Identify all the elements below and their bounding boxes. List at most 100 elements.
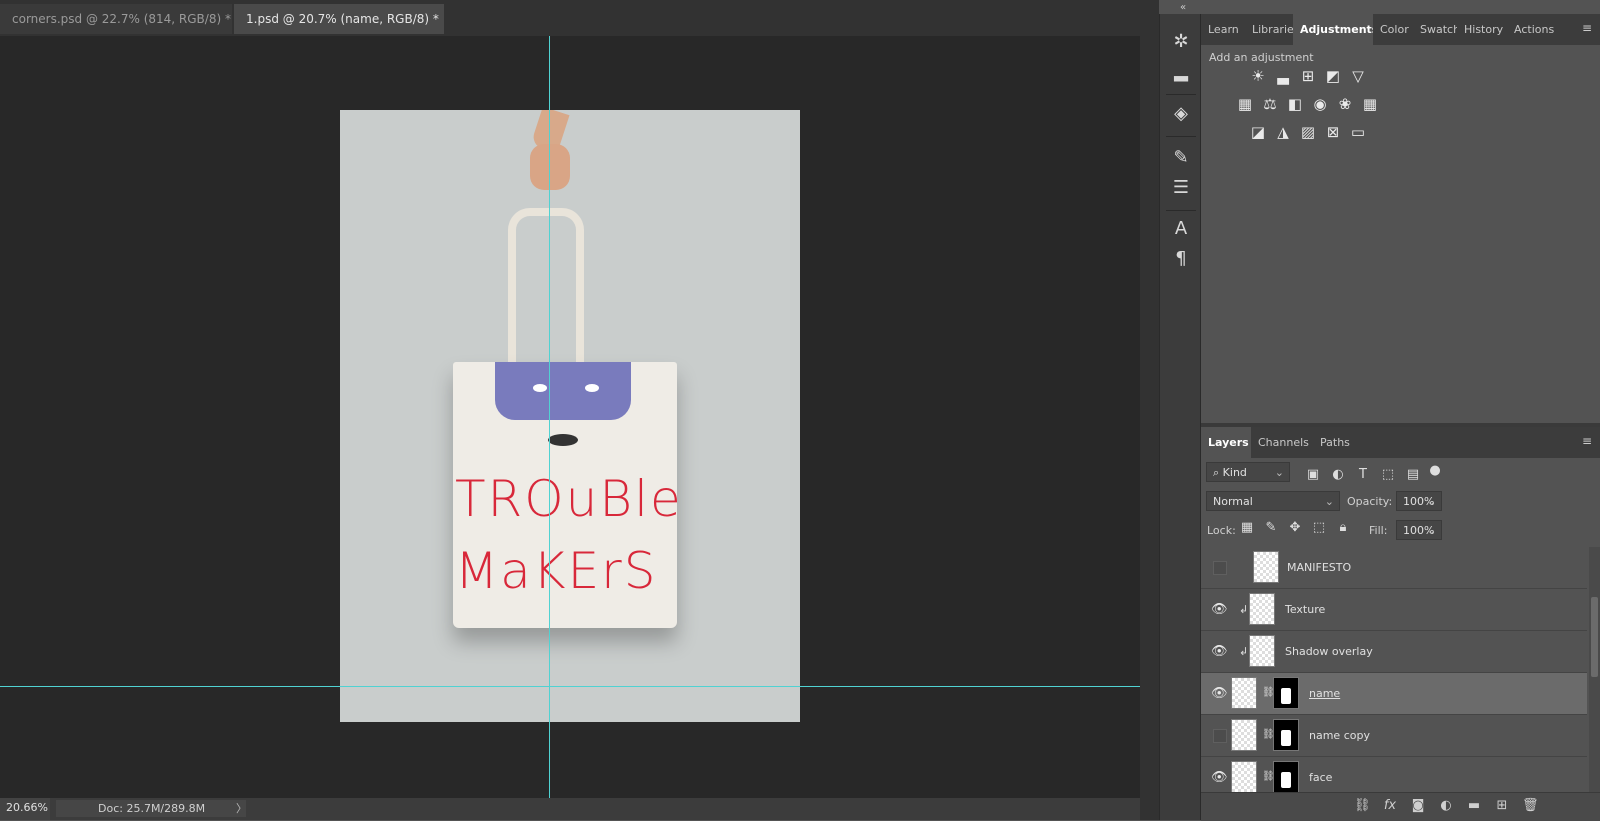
type-filter-icon[interactable]: T: [1355, 467, 1371, 483]
layers-scrollbar[interactable]: [1589, 547, 1600, 792]
layer-thumbnail: [1253, 551, 1279, 583]
3d-icon[interactable]: ◈: [1169, 102, 1193, 126]
new-group-icon[interactable]: ▬: [1466, 798, 1482, 814]
layer-name[interactable]: Texture: [1285, 603, 1325, 616]
link-layers-icon[interactable]: ⛓: [1354, 798, 1371, 814]
filter-kind-select[interactable]: ⌕ Kind ⌄: [1206, 462, 1290, 482]
eye-icon[interactable]: 👁︎: [1211, 602, 1228, 618]
visibility-toggle[interactable]: [1213, 729, 1227, 743]
posterize-icon[interactable]: ◮: [1274, 123, 1292, 141]
exposure-icon[interactable]: ◩: [1324, 67, 1342, 85]
horizontal-guide[interactable]: [0, 686, 1140, 687]
brush-settings-icon[interactable]: ✎: [1169, 146, 1193, 170]
photo-filter-icon[interactable]: ◉: [1311, 95, 1329, 113]
lock-image-icon[interactable]: ✎: [1263, 520, 1279, 536]
shape-filter-icon[interactable]: ⬚: [1380, 467, 1396, 483]
tab-swatches[interactable]: Swatches: [1413, 14, 1457, 45]
lock-all-icon[interactable]: 🔒︎: [1335, 520, 1351, 536]
canvas-area[interactable]: TROuBle MaKErS: [0, 36, 1140, 798]
hue-saturation-icon[interactable]: ▦: [1236, 95, 1254, 113]
paragraph-icon[interactable]: ¶: [1169, 247, 1193, 271]
lock-label: Lock:: [1207, 524, 1236, 537]
new-layer-icon[interactable]: ⊞: [1494, 798, 1510, 814]
layer-row-name-copy[interactable]: ⛓ name copy: [1201, 715, 1587, 757]
layer-name[interactable]: face: [1309, 771, 1332, 784]
new-adjustment-icon[interactable]: ◐: [1438, 798, 1454, 814]
link-icon[interactable]: ⛓: [1262, 686, 1275, 700]
opacity-input[interactable]: 100% ⌄: [1396, 491, 1442, 511]
blend-mode-select[interactable]: Normal ⌄: [1206, 491, 1340, 511]
panel-menu-icon[interactable]: ≡: [1582, 435, 1594, 447]
color-balance-icon[interactable]: ⚖: [1261, 95, 1279, 113]
layer-mask-thumbnail[interactable]: [1273, 761, 1299, 792]
tab-libraries[interactable]: Libraries: [1245, 14, 1293, 45]
channel-mixer-icon[interactable]: ❀: [1336, 95, 1354, 113]
layer-row-name[interactable]: 👁︎ ⛓ name: [1201, 673, 1587, 715]
adjustment-filter-icon[interactable]: ◐: [1330, 467, 1346, 483]
layer-mask-thumbnail[interactable]: [1273, 677, 1299, 709]
character-icon[interactable]: A: [1169, 217, 1193, 241]
fill-input[interactable]: 100% ⌄: [1396, 520, 1442, 540]
selective-color-icon[interactable]: ⊠: [1324, 123, 1342, 141]
layer-row-manifesto[interactable]: MANIFESTO: [1201, 547, 1587, 589]
vibrance-icon[interactable]: ▽: [1349, 67, 1367, 85]
threshold-icon[interactable]: ▨: [1299, 123, 1317, 141]
eye-icon[interactable]: 👁︎: [1211, 644, 1228, 660]
navigator-icon[interactable]: ✲: [1169, 30, 1193, 54]
invert-icon[interactable]: ◪: [1249, 123, 1267, 141]
layer-mask-thumbnail[interactable]: [1273, 719, 1299, 751]
tab-layers[interactable]: Layers: [1201, 427, 1251, 458]
eye-icon[interactable]: 👁︎: [1211, 686, 1228, 702]
zoom-level[interactable]: 20.66%: [0, 798, 50, 820]
tab-color[interactable]: Color: [1373, 14, 1413, 45]
layer-name[interactable]: name: [1309, 687, 1340, 700]
link-icon[interactable]: ⛓: [1262, 770, 1275, 784]
tab-actions[interactable]: Actions: [1507, 14, 1563, 45]
layer-row-texture[interactable]: 👁︎ ↲ Texture: [1201, 589, 1587, 631]
smart-object-filter-icon[interactable]: ▤: [1405, 467, 1421, 483]
doc-size-info[interactable]: Doc: 25.7M/289.8M: [56, 800, 246, 817]
document-artboard[interactable]: TROuBle MaKErS: [340, 110, 800, 722]
vertical-guide[interactable]: [549, 36, 550, 798]
color-lookup-icon[interactable]: ▦: [1361, 95, 1379, 113]
tab-paths[interactable]: Paths: [1313, 427, 1363, 458]
pixel-filter-icon[interactable]: ▣: [1305, 467, 1321, 483]
tab-corners-psd[interactable]: corners.psd @ 22.7% (814, RGB/8) * ×: [0, 4, 232, 56]
tab-1-psd[interactable]: 1.psd @ 20.7% (name, RGB/8) * ×: [234, 4, 444, 56]
lock-transparent-icon[interactable]: ▦: [1239, 520, 1255, 536]
layer-name[interactable]: Shadow overlay: [1285, 645, 1373, 658]
layer-row-shadow-overlay[interactable]: 👁︎ ↲ Shadow overlay: [1201, 631, 1587, 673]
strip-divider: [1166, 136, 1196, 137]
collapse-panels-icon[interactable]: «: [1180, 2, 1186, 13]
panel-menu-icon[interactable]: ≡: [1582, 22, 1594, 34]
tab-channels[interactable]: Channels: [1251, 427, 1313, 458]
status-menu-arrow-icon[interactable]: 〉: [236, 800, 247, 816]
link-icon[interactable]: ⛓: [1262, 728, 1275, 742]
tab-learn[interactable]: Learn: [1201, 14, 1245, 45]
eye-icon[interactable]: 👁︎: [1211, 770, 1228, 786]
face-mask-art: [495, 362, 631, 420]
brightness-contrast-icon[interactable]: ☀: [1249, 67, 1267, 85]
add-mask-icon[interactable]: ◙: [1410, 798, 1426, 814]
tab-history[interactable]: History: [1457, 14, 1507, 45]
layer-name[interactable]: name copy: [1309, 729, 1370, 742]
lock-position-icon[interactable]: ✥: [1287, 520, 1303, 536]
fx-icon[interactable]: fx: [1382, 798, 1398, 814]
filter-toggle-icon[interactable]: ●: [1427, 463, 1443, 479]
levels-icon[interactable]: ▃: [1274, 67, 1292, 85]
bag-strap: [508, 208, 584, 376]
search-icon: ⌕: [1213, 466, 1220, 479]
fill-label: Fill:: [1369, 524, 1388, 537]
gradient-map-icon[interactable]: ▭: [1349, 123, 1367, 141]
visibility-toggle[interactable]: [1213, 561, 1227, 575]
curves-icon[interactable]: ⊞: [1299, 67, 1317, 85]
histogram-icon[interactable]: ▂: [1169, 60, 1193, 84]
tab-adjustments[interactable]: Adjustments: [1293, 14, 1373, 45]
black-white-icon[interactable]: ◧: [1286, 95, 1304, 113]
trash-icon[interactable]: 🗑︎: [1522, 798, 1539, 814]
layer-row-face[interactable]: 👁︎ ⛓ face: [1201, 757, 1587, 792]
tool-presets-icon[interactable]: ☰: [1169, 176, 1193, 200]
layer-name[interactable]: MANIFESTO: [1287, 561, 1351, 574]
scrollbar-thumb[interactable]: [1591, 597, 1598, 677]
lock-artboard-icon[interactable]: ⬚: [1311, 520, 1327, 536]
